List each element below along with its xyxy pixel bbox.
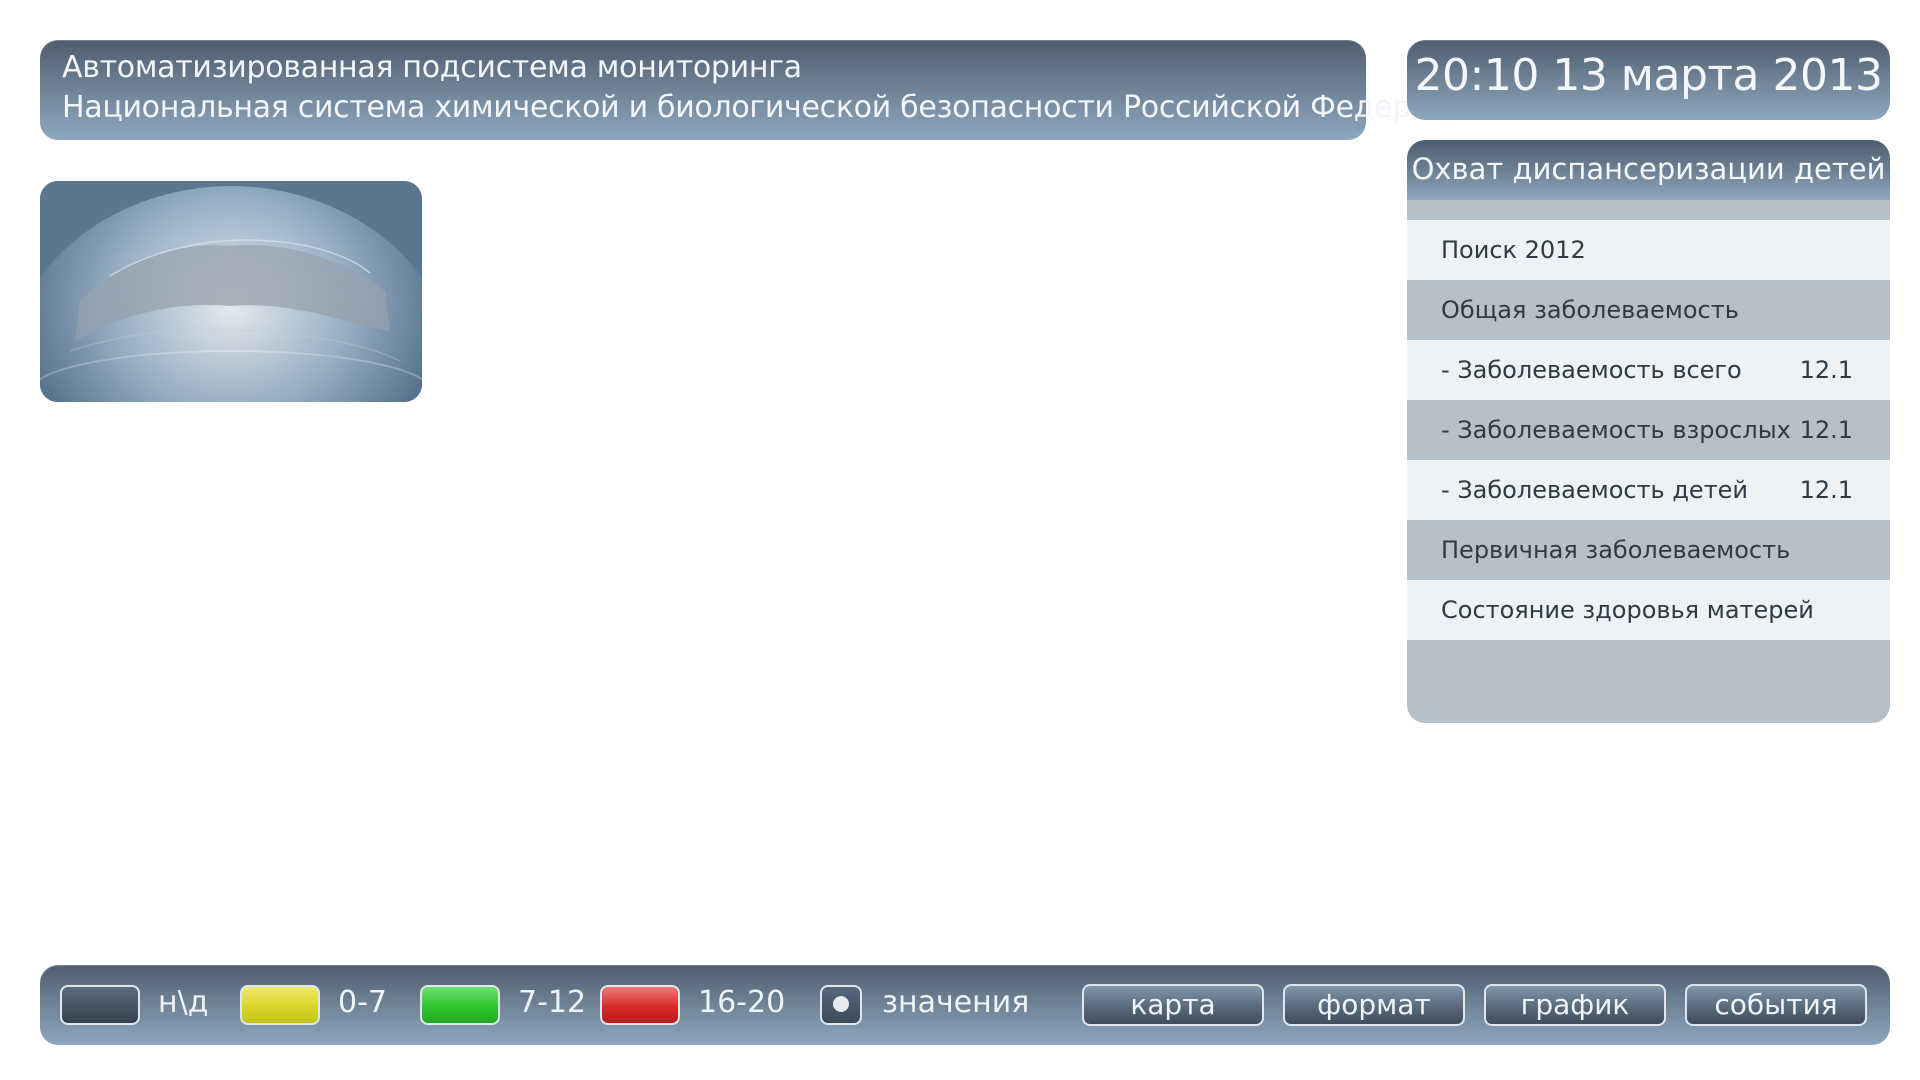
menu-item-label: Состояние здоровья матерей bbox=[1441, 596, 1814, 624]
values-toggle-label: значения bbox=[882, 985, 1030, 1020]
values-toggle[interactable] bbox=[820, 985, 862, 1025]
indicator-panel: Охват диспансеризации детей Поиск 2012 О… bbox=[1407, 140, 1890, 723]
menu-item-maternal-health[interactable]: Состояние здоровья матерей bbox=[1407, 580, 1890, 640]
menu-item-value: 12.1 bbox=[1799, 476, 1853, 504]
legend-label-red: 16-20 bbox=[698, 985, 786, 1020]
events-button[interactable]: события bbox=[1685, 984, 1867, 1026]
menu-item-label: - Заболеваемость всего bbox=[1441, 356, 1742, 384]
datetime-display: 20:10 13 марта 2013 bbox=[1407, 40, 1890, 120]
legend-label-nodata: н\д bbox=[158, 985, 209, 1020]
legend-label-yellow: 0-7 bbox=[338, 985, 387, 1020]
header-banner: Автоматизированная подсистема мониторинг… bbox=[40, 40, 1488, 140]
menu-item-label: Поиск 2012 bbox=[1441, 236, 1586, 264]
menu-item-label: - Заболеваемость детей bbox=[1441, 476, 1749, 504]
legend-swatch-yellow[interactable] bbox=[240, 985, 320, 1025]
header-title-line2: Национальная система химической и биолог… bbox=[62, 90, 1488, 125]
menu-item-label: Общая заболеваемость bbox=[1441, 296, 1739, 324]
menu-item-search-2012[interactable]: Поиск 2012 bbox=[1407, 220, 1890, 280]
menu-item-morbidity-adults[interactable]: - Заболеваемость взрослых 12.1 bbox=[1407, 400, 1890, 460]
globe-image[interactable] bbox=[40, 181, 422, 402]
map-button[interactable]: карта bbox=[1082, 984, 1264, 1026]
legend-swatch-red[interactable] bbox=[600, 985, 680, 1025]
menu-item-value: 12.1 bbox=[1799, 416, 1853, 444]
legend-label-green: 7-12 bbox=[518, 985, 587, 1020]
menu-item-primary-morbidity[interactable]: Первичная заболеваемость bbox=[1407, 520, 1890, 580]
chart-button[interactable]: график bbox=[1484, 984, 1666, 1026]
menu-item-label: Первичная заболеваемость bbox=[1441, 536, 1791, 564]
datetime-text: 20:10 13 марта 2013 bbox=[1414, 50, 1883, 101]
legend-swatch-green[interactable] bbox=[420, 985, 500, 1025]
panel-header: Охват диспансеризации детей bbox=[1407, 140, 1890, 200]
menu-item-general-morbidity[interactable]: Общая заболеваемость bbox=[1407, 280, 1890, 340]
globe-icon bbox=[40, 181, 422, 402]
panel-title: Охват диспансеризации детей bbox=[1411, 152, 1886, 186]
menu-item-morbidity-children[interactable]: - Заболеваемость детей 12.1 bbox=[1407, 460, 1890, 520]
format-button[interactable]: формат bbox=[1283, 984, 1465, 1026]
menu-item-morbidity-total[interactable]: - Заболеваемость всего 12.1 bbox=[1407, 340, 1890, 400]
legend-toolbar: н\д 0-7 7-12 16-20 значения карта формат… bbox=[40, 965, 1890, 1045]
menu-item-label: - Заболеваемость взрослых bbox=[1441, 416, 1791, 444]
legend-swatch-nodata[interactable] bbox=[60, 985, 140, 1025]
menu-item-value: 12.1 bbox=[1799, 356, 1853, 384]
header-title-line1: Автоматизированная подсистема мониторинг… bbox=[62, 50, 802, 85]
